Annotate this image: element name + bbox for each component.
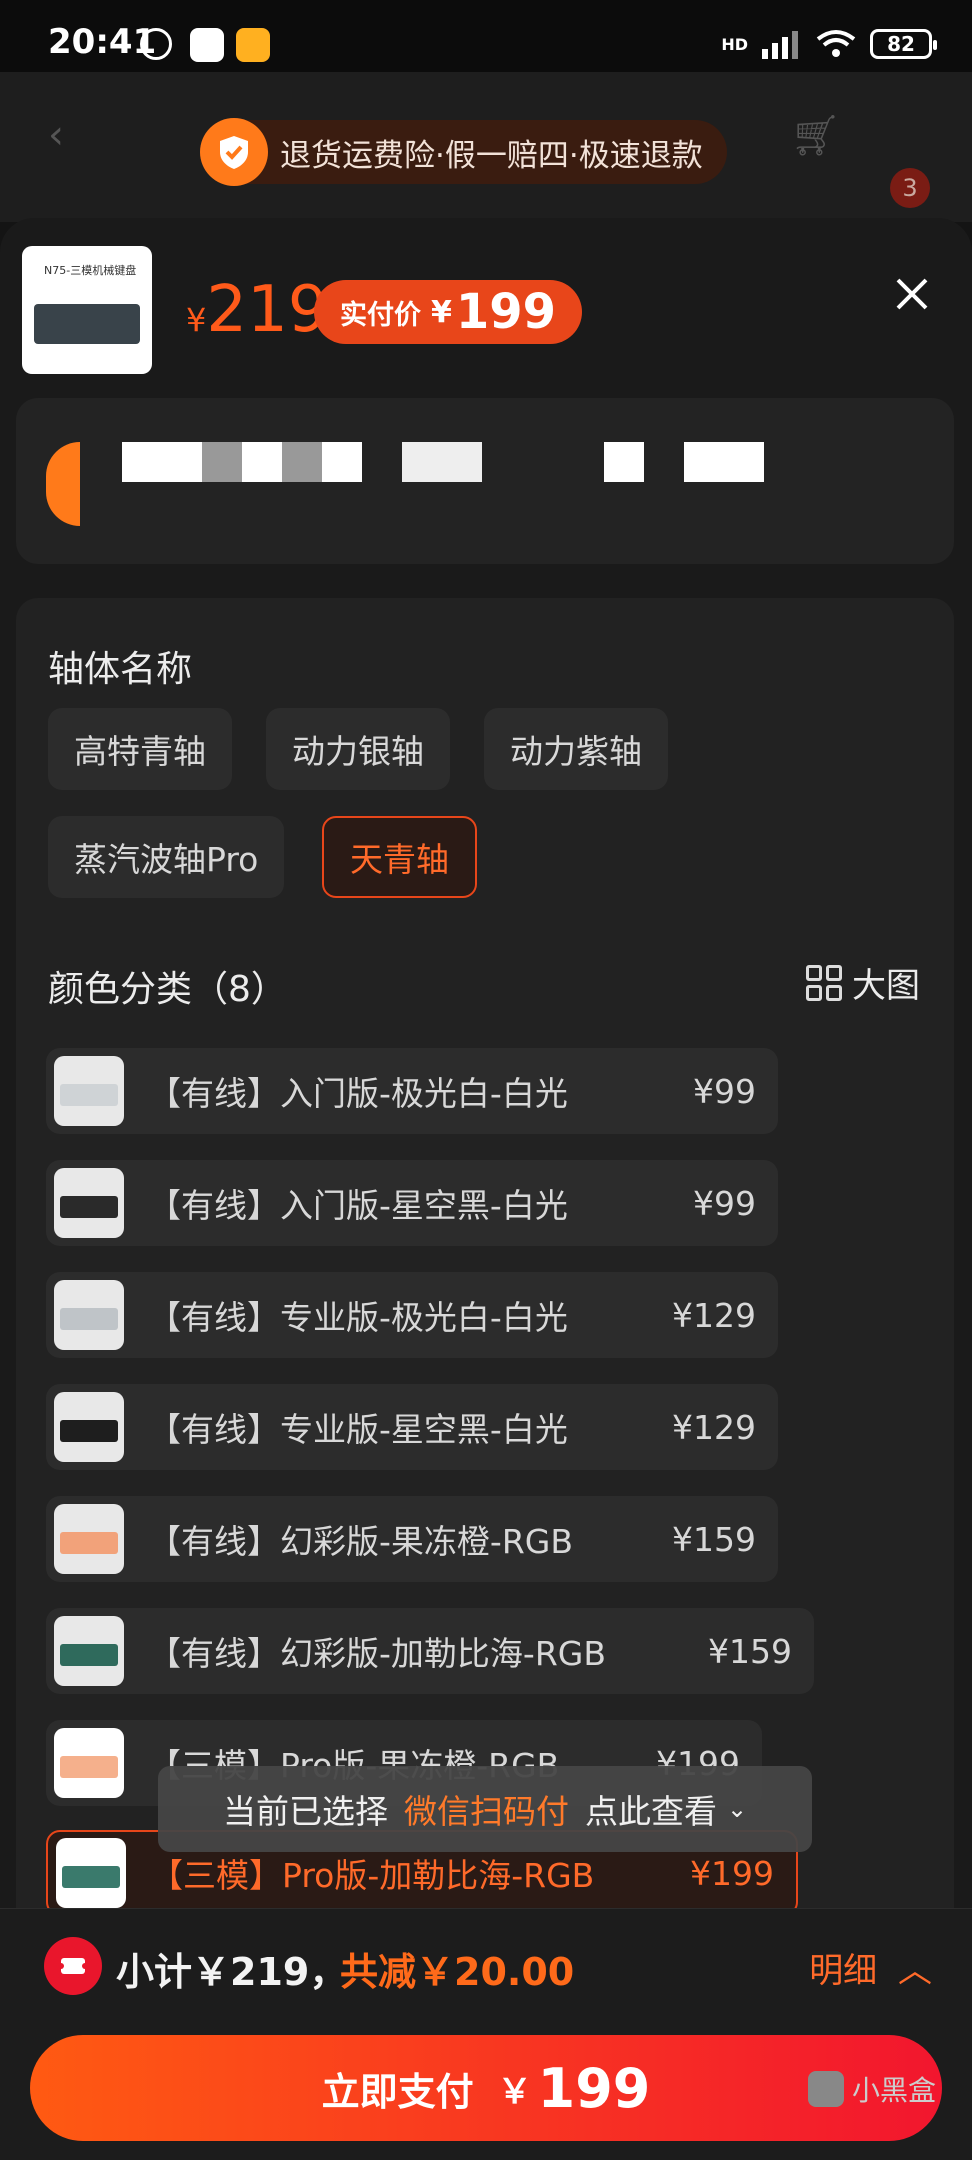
switch-option[interactable]: 高特青轴 (48, 708, 232, 790)
battery-indicator: 82 (870, 29, 937, 59)
cart-count-badge: 3 (890, 168, 930, 208)
status-icons: HD 82 (721, 24, 937, 64)
watermark: 小黑盒 (807, 2069, 936, 2109)
big-image-toggle[interactable]: 大图 (806, 958, 920, 1007)
toast-payment-method: 微信扫码付 (403, 1792, 569, 1831)
color-option[interactable]: 【有线】入门版-星空黑-白光 ¥99 (46, 1160, 778, 1246)
switch-option[interactable]: 动力银轴 (266, 708, 450, 790)
color-option[interactable]: 【有线】幻彩版-果冻橙-RGB ¥159 (46, 1496, 778, 1582)
option-thumbnail (54, 1168, 124, 1238)
product-thumbnail[interactable]: N75-三模机械键盘 (22, 246, 152, 374)
switch-option-selected[interactable]: 天青轴 (322, 816, 477, 898)
product-price: ¥219 (186, 273, 329, 347)
subtotal-text: 小计￥219， (116, 1950, 348, 1994)
color-option[interactable]: 【有线】幻彩版-加勒比海-RGB ¥159 (46, 1608, 814, 1694)
color-option[interactable]: 【有线】专业版-极光白-白光 ¥129 (46, 1272, 778, 1358)
pay-now-button[interactable]: 立即支付 ￥ 199 (30, 2035, 942, 2141)
keyboard-image (34, 304, 140, 344)
wifi-icon (816, 30, 856, 57)
toast-prefix: 当前已选择 (222, 1792, 388, 1831)
sku-selector-sheet: N75-三模机械键盘 ¥219 实付价 ¥ 199 轴体名称 高特青轴 动力银轴… (0, 218, 972, 2160)
coupon-icon (44, 1937, 102, 1995)
network-type-label: HD (721, 34, 748, 54)
switch-section-title: 轴体名称 (48, 649, 193, 690)
watermark-logo-icon (807, 2071, 844, 2107)
alarm-icon (140, 28, 172, 60)
option-thumbnail (54, 1392, 124, 1462)
status-bar: 20:41 HD 82 (0, 0, 972, 72)
color-option[interactable]: 【有线】入门版-极光白-白光 ¥99 (46, 1048, 778, 1134)
checkout-bar: 小计￥219， 共减￥20.00 明细 ︿ 立即支付 ￥ 199 小黑盒 (0, 1908, 972, 2160)
option-thumbnail (54, 1616, 124, 1686)
shield-check-icon (200, 118, 268, 186)
location-icon (46, 442, 80, 526)
option-thumbnail (54, 1728, 124, 1798)
grid-view-icon (806, 964, 842, 1001)
option-thumbnail (54, 1280, 124, 1350)
app-notification-icon (190, 28, 224, 62)
cart-icon[interactable]: 🛒︎ (790, 112, 841, 159)
final-price-tag: 实付价 ¥ 199 (314, 280, 583, 344)
chevron-down-icon: ⌄ (726, 1795, 748, 1823)
color-section-title: 颜色分类（8） (48, 969, 287, 1010)
close-icon[interactable] (888, 270, 936, 318)
discount-text: 共减￥20.00 (340, 1950, 575, 1994)
back-icon[interactable]: ‹ (48, 112, 64, 158)
color-option[interactable]: 【有线】专业版-星空黑-白光 ¥129 (46, 1384, 778, 1470)
address-redacted (122, 442, 202, 482)
option-thumbnail (54, 1504, 124, 1574)
thumbnail-title: N75-三模机械键盘 (44, 264, 137, 277)
price-detail-toggle[interactable]: 明细 ︿ (809, 1943, 932, 1992)
signal-icon (762, 31, 798, 59)
switch-option[interactable]: 蒸汽波轴Pro (48, 816, 285, 898)
message-notification-icon (236, 28, 270, 62)
chevron-up-icon: ︿ (898, 1951, 932, 1991)
guarantee-banner: 退货运费险·假一赔四·极速退款 (200, 118, 727, 186)
switch-option[interactable]: 动力紫轴 (484, 708, 668, 790)
address-card[interactable] (16, 398, 954, 564)
option-thumbnail (54, 1056, 124, 1126)
guarantee-text: 退货运费险·假一赔四·极速退款 (280, 137, 703, 174)
option-thumbnail (56, 1838, 126, 1908)
payment-method-toast[interactable]: 当前已选择 微信扫码付 点此查看 ⌄ (158, 1766, 812, 1852)
toast-suffix: 点此查看 (584, 1792, 717, 1831)
